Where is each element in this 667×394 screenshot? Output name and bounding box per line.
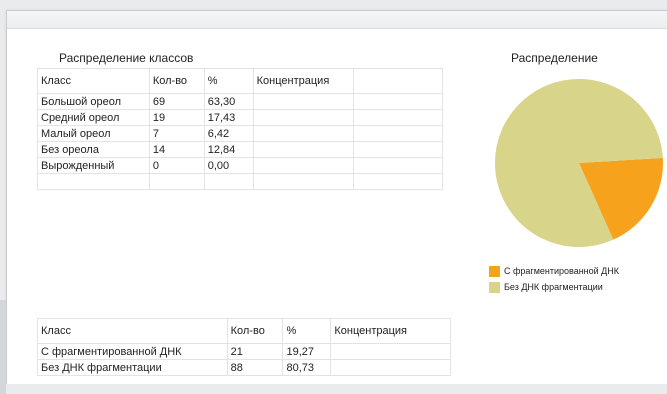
- class-concentration: [252, 157, 354, 174]
- class-distribution-table: Класс Кол-во % Концентрация Большой орео…: [37, 68, 443, 190]
- header-class: Класс: [37, 68, 150, 94]
- table-header-row: Класс Кол-во % Концентрация: [37, 318, 451, 344]
- legend-label: С фрагментированной ДНК: [504, 266, 620, 276]
- class-concentration: [252, 141, 354, 158]
- class-concentration: [330, 359, 451, 376]
- class-percent: 12,84: [203, 141, 254, 158]
- window-bottom-edge: [0, 384, 667, 394]
- class-count: 88: [226, 359, 284, 376]
- class-count: 21: [226, 343, 284, 360]
- class-name: Вырожденный: [37, 157, 150, 174]
- header-count: Кол-во: [148, 68, 205, 94]
- class-name: Малый ореол: [37, 125, 150, 142]
- class-concentration: [252, 109, 354, 126]
- class-count: 7: [148, 125, 205, 142]
- legend-label: Без ДНК фрагментации: [504, 282, 603, 292]
- header-concentration: Концентрация: [330, 318, 451, 344]
- class-percent: 0,00: [203, 157, 254, 174]
- dna-fragmentation-table: Класс Кол-во % Концентрация С фрагментир…: [37, 318, 451, 376]
- header-percent: %: [282, 318, 332, 344]
- class-percent: 63,30: [203, 93, 254, 110]
- window-titlebar: [7, 11, 667, 29]
- class-extra: [352, 157, 443, 174]
- class-extra: [352, 125, 443, 142]
- class-count: 19: [148, 109, 205, 126]
- header-concentration: Концентрация: [252, 68, 354, 94]
- table-row[interactable]: Средний ореол 19 17,43: [37, 109, 443, 126]
- table-row[interactable]: Без ореола 14 12,84: [37, 141, 443, 158]
- class-extra: [352, 93, 443, 110]
- header-class: Класс: [37, 318, 228, 344]
- class-percent: 19,27: [282, 343, 332, 360]
- table-row[interactable]: Без ДНК фрагментации 88 80,73: [37, 359, 451, 376]
- class-percent: 17,43: [203, 109, 254, 126]
- legend-swatch-fragmented: [489, 265, 500, 277]
- chart-legend: С фрагментированной ДНК Без ДНК фрагмент…: [489, 263, 619, 295]
- distribution-pie-chart: [495, 78, 663, 247]
- class-count: 0: [148, 157, 205, 174]
- table-row[interactable]: Малый ореол 7 6,42: [37, 125, 443, 142]
- class-count: 69: [148, 93, 205, 110]
- class-concentration: [252, 93, 354, 110]
- class-distribution-title: Распределение классов: [59, 51, 194, 65]
- chart-title: Распределение: [511, 51, 598, 65]
- class-extra: [352, 109, 443, 126]
- left-edge-panel: [0, 300, 6, 394]
- table-row-empty: [37, 173, 443, 190]
- class-percent: 80,73: [282, 359, 332, 376]
- class-name: Без ДНК фрагментации: [37, 359, 228, 376]
- class-count: 14: [148, 141, 205, 158]
- class-percent: 6,42: [203, 125, 254, 142]
- header-percent: %: [203, 68, 254, 94]
- legend-swatch-unfragmented: [489, 281, 500, 293]
- legend-item: Без ДНК фрагментации: [489, 279, 619, 295]
- class-name: Большой ореол: [37, 93, 150, 110]
- header-extra: [352, 68, 443, 94]
- class-extra: [352, 141, 443, 158]
- class-name: Средний ореол: [37, 109, 150, 126]
- table-header-row: Класс Кол-во % Концентрация: [37, 68, 443, 94]
- results-window: Распределение классов Класс Кол-во % Кон…: [6, 10, 667, 394]
- legend-item: С фрагментированной ДНК: [489, 263, 619, 279]
- class-name: С фрагментированной ДНК: [37, 343, 228, 360]
- table-row[interactable]: Большой ореол 69 63,30: [37, 93, 443, 110]
- class-concentration: [252, 125, 354, 142]
- table-row[interactable]: С фрагментированной ДНК 21 19,27: [37, 343, 451, 360]
- table-row[interactable]: Вырожденный 0 0,00: [37, 157, 443, 174]
- class-name: Без ореола: [37, 141, 150, 158]
- class-concentration: [330, 343, 451, 360]
- header-count: Кол-во: [226, 318, 284, 344]
